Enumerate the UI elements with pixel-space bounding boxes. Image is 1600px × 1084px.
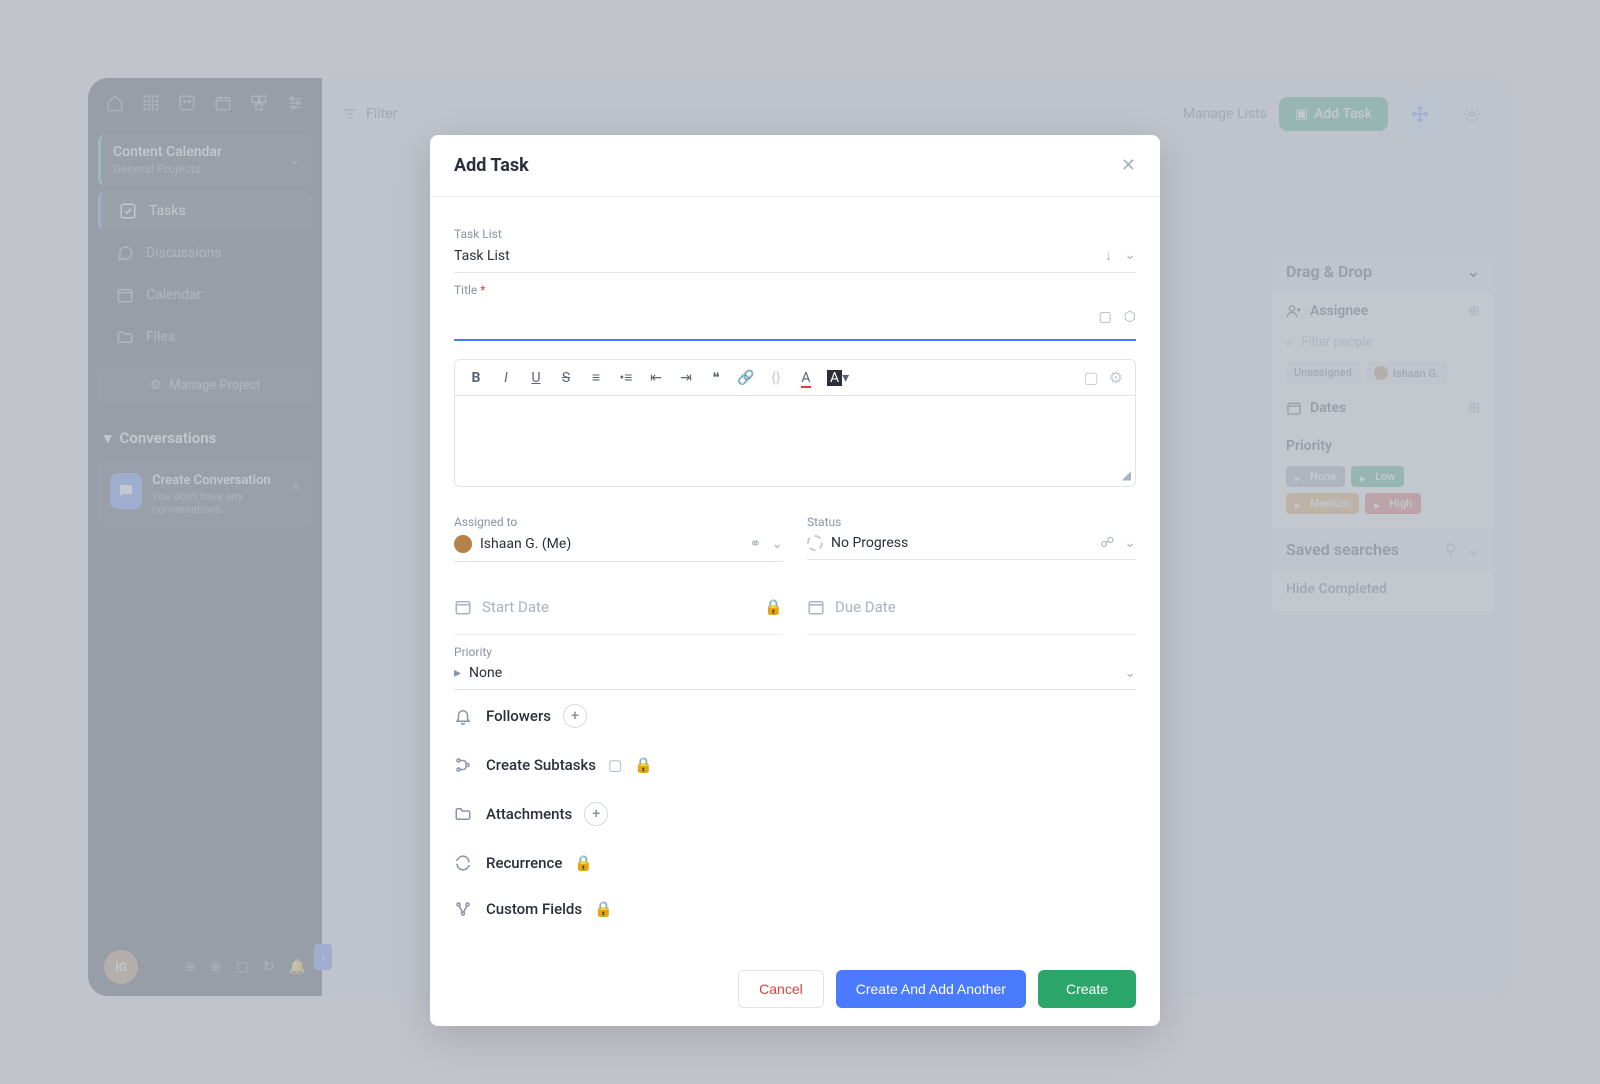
modal-header: Add Task ✕ (430, 135, 1160, 197)
due-date-label: Due Date (835, 598, 896, 616)
workflow-icon[interactable]: ☍ (1100, 535, 1114, 551)
priority-value: None (469, 665, 502, 681)
start-date-label: Start Date (482, 598, 549, 616)
create-another-button[interactable]: Create And Add Another (836, 970, 1026, 1008)
bell-icon (454, 707, 474, 725)
link-icon[interactable]: 🔗 (737, 370, 755, 386)
close-icon[interactable]: ✕ (1121, 155, 1136, 176)
chevron-down-icon[interactable]: ⌄ (1124, 247, 1136, 264)
italic-icon[interactable]: I (497, 370, 515, 386)
create-button[interactable]: Create (1038, 970, 1136, 1008)
calendar-icon (454, 598, 472, 616)
status-select[interactable]: No Progress ☍ ⌄ (807, 529, 1136, 560)
assigned-value: Ishaan G. (Me) (480, 536, 571, 552)
title-field: ▢ ⬡ (454, 297, 1136, 341)
nodes-icon (454, 900, 474, 918)
custom-fields-row: Custom Fields 🔒 (454, 886, 1136, 932)
chevron-down-icon[interactable]: ⌄ (1124, 665, 1136, 681)
lock-icon: 🔒 (594, 900, 613, 918)
info-icon: ▢ (608, 756, 622, 774)
cancel-button[interactable]: Cancel (738, 970, 824, 1008)
calendar-icon (807, 598, 825, 616)
followers-label: Followers (486, 707, 551, 725)
template-icon[interactable]: ▢ (1099, 309, 1112, 325)
description-textarea[interactable]: ◢ (455, 396, 1135, 486)
modal-body: Task List Task List ↓ ⌄ Title * ▢ ⬡ B I … (430, 197, 1160, 952)
avatar-icon (454, 535, 472, 553)
status-value: No Progress (831, 535, 908, 551)
tag-icon[interactable]: ⬡ (1124, 309, 1136, 325)
custom-fields-label: Custom Fields (486, 900, 582, 918)
title-label: Title * (454, 283, 1136, 297)
add-task-modal: Add Task ✕ Task List Task List ↓ ⌄ Title… (430, 135, 1160, 1026)
followers-row: Followers + (454, 690, 1136, 742)
description-editor: B I U S ≡ •≡ ⇤ ⇥ ❝ 🔗 {} A A▾ ▢ ⚙ ◢ (454, 359, 1136, 487)
resize-handle-icon[interactable]: ◢ (1122, 468, 1131, 482)
indent-icon[interactable]: ⇥ (677, 370, 695, 386)
chevron-down-icon[interactable]: ⌄ (771, 536, 783, 552)
code-icon[interactable]: {} (767, 370, 785, 386)
subtasks-row: Create Subtasks ▢ 🔒 (454, 742, 1136, 788)
priority-label: Priority (454, 645, 1136, 659)
chevron-down-icon[interactable]: ⌄ (1124, 535, 1136, 551)
lock-icon: 🔒 (634, 756, 653, 774)
refresh-icon (454, 854, 474, 872)
strike-icon[interactable]: S (557, 370, 575, 386)
modal-title: Add Task (454, 155, 529, 176)
attachments-row: Attachments + (454, 788, 1136, 840)
gear-icon[interactable]: ⚙ (1109, 368, 1123, 387)
priority-select[interactable]: ▸ None ⌄ (454, 659, 1136, 690)
assigned-select[interactable]: Ishaan G. (Me) ⚭ ⌄ (454, 529, 783, 562)
progress-icon (807, 535, 823, 551)
people-icon[interactable]: ⚭ (750, 536, 762, 552)
ordered-list-icon[interactable]: ≡ (587, 369, 605, 386)
add-attachment-button[interactable]: + (584, 802, 608, 826)
image-icon[interactable]: ▢ (1084, 368, 1099, 387)
folder-icon (454, 805, 474, 823)
title-input[interactable] (454, 303, 1099, 331)
text-color-icon[interactable]: A (797, 370, 815, 386)
task-list-label: Task List (454, 227, 1136, 241)
branch-icon (454, 756, 474, 774)
add-follower-button[interactable]: + (563, 704, 587, 728)
bg-color-icon[interactable]: A▾ (827, 370, 845, 386)
assigned-label: Assigned to (454, 515, 783, 529)
modal-footer: Cancel Create And Add Another Create (430, 952, 1160, 1026)
underline-icon[interactable]: U (527, 370, 545, 386)
attachments-label: Attachments (486, 805, 572, 823)
subtasks-label: Create Subtasks (486, 756, 596, 774)
flag-icon: ▸ (454, 665, 461, 681)
rte-toolbar: B I U S ≡ •≡ ⇤ ⇥ ❝ 🔗 {} A A▾ ▢ ⚙ (455, 360, 1135, 396)
recurrence-label: Recurrence (486, 854, 562, 872)
start-date-field[interactable]: Start Date 🔒 (454, 580, 783, 635)
due-date-field[interactable]: Due Date (807, 580, 1136, 635)
sort-icon[interactable]: ↓ (1105, 247, 1112, 264)
status-label: Status (807, 515, 1136, 529)
task-list-value: Task List (454, 248, 510, 264)
recurrence-row: Recurrence 🔒 (454, 840, 1136, 886)
lock-icon: 🔒 (764, 598, 783, 616)
outdent-icon[interactable]: ⇤ (647, 370, 665, 386)
task-list-select[interactable]: Task List ↓ ⌄ (454, 241, 1136, 273)
lock-icon: 🔒 (574, 854, 593, 872)
quote-icon[interactable]: ❝ (707, 370, 725, 386)
unordered-list-icon[interactable]: •≡ (617, 369, 635, 386)
bold-icon[interactable]: B (467, 370, 485, 386)
